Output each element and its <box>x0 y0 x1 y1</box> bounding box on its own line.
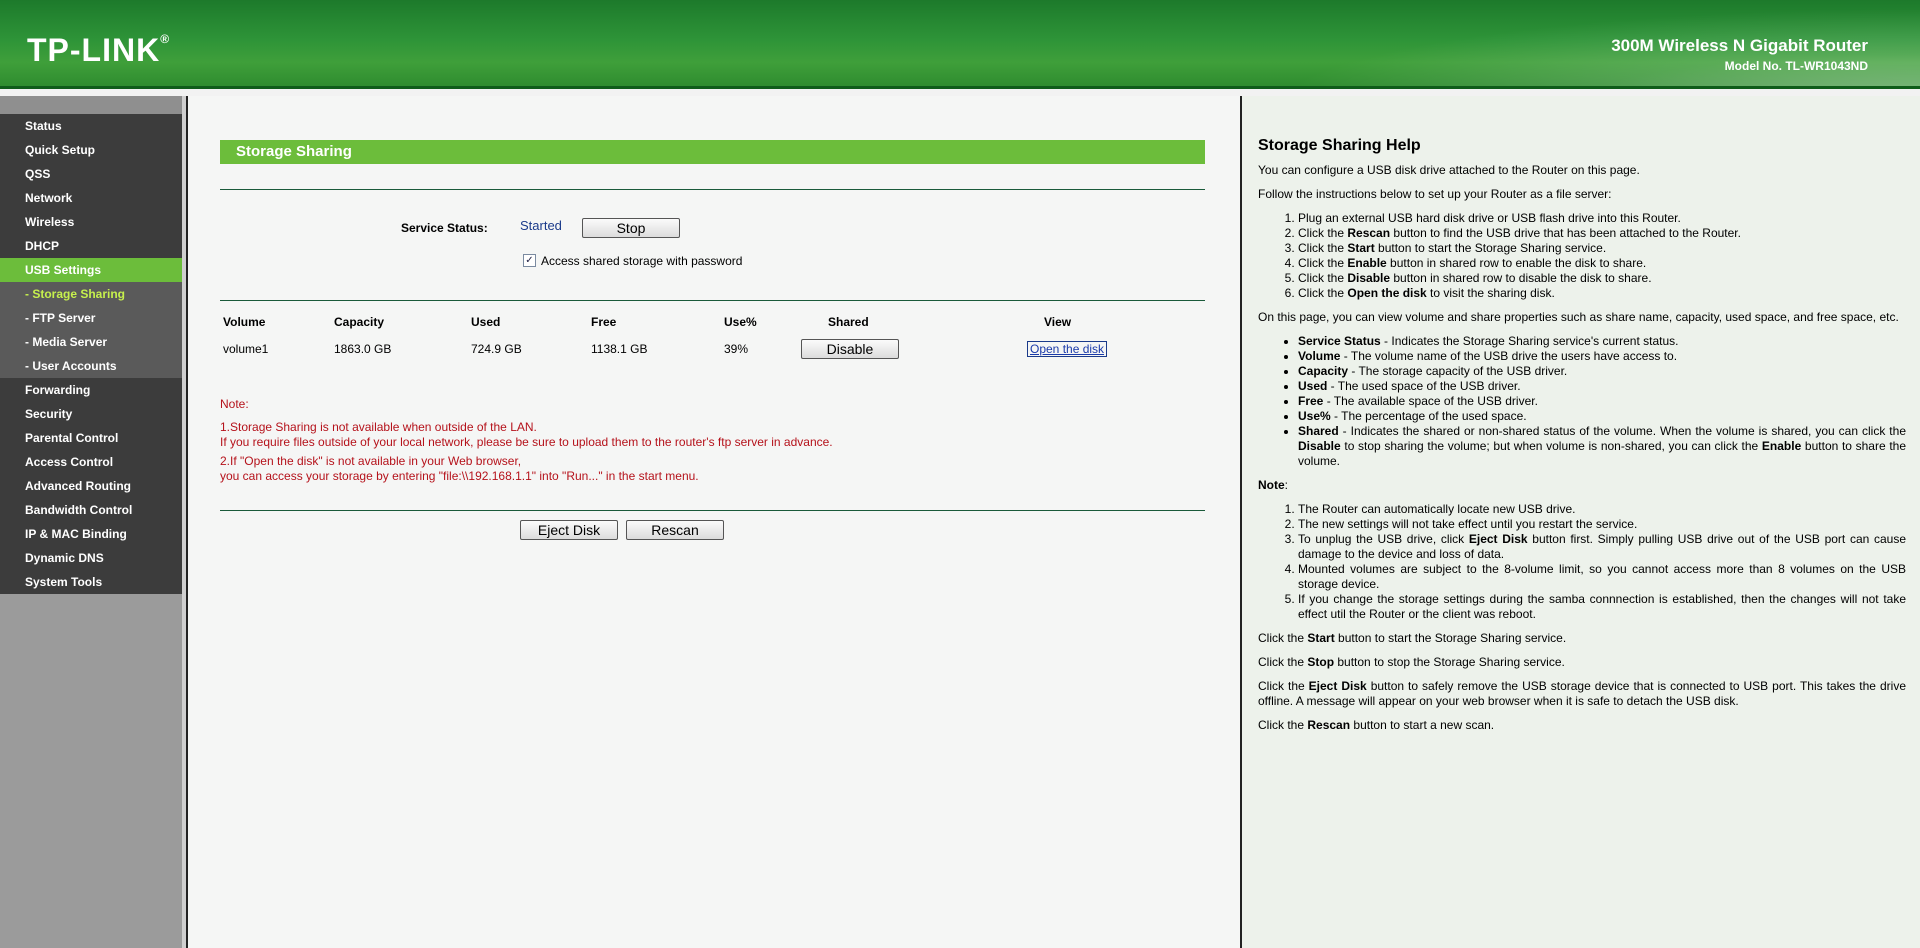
col-header-free: Free <box>591 315 617 329</box>
cell-free: 1138.1 GB <box>591 342 648 356</box>
sidebar-item-system-tools[interactable]: System Tools <box>0 570 182 594</box>
open-disk-link[interactable]: Open the disk <box>1027 341 1108 357</box>
col-header-use-pct: Use% <box>724 315 757 329</box>
rescan-button[interactable]: Rescan <box>626 520 724 540</box>
divider <box>220 189 1205 190</box>
sidebar-item-bandwidth-control[interactable]: Bandwidth Control <box>0 498 182 522</box>
stop-button[interactable]: Stop <box>582 218 680 238</box>
list-item: Volume - The volume name of the USB driv… <box>1298 349 1906 364</box>
note-title: Note: <box>220 397 249 411</box>
model-number: Model No. TL-WR1043ND <box>1724 59 1868 73</box>
help-follow: Follow the instructions below to set up … <box>1258 187 1612 201</box>
service-status-value: Started <box>520 218 562 233</box>
cell-use-pct: 39% <box>724 342 749 356</box>
sidebar-menu: Status Quick Setup QSS Network Wireless … <box>0 96 182 948</box>
list-item: Service Status - Indicates the Storage S… <box>1298 334 1906 349</box>
col-header-capacity: Capacity <box>334 315 385 329</box>
cell-used: 724.9 GB <box>471 342 522 356</box>
product-name: 300M Wireless N Gigabit Router <box>1611 36 1868 55</box>
list-item: Capacity - The storage capacity of the U… <box>1298 364 1906 379</box>
tp-link-logo: TP-LINK® <box>27 32 171 68</box>
help-panel: Storage Sharing Help You can configure a… <box>1242 96 1920 948</box>
col-header-used: Used <box>471 315 501 329</box>
cell-capacity: 1863.0 GB <box>334 342 392 356</box>
sidebar-item-qss[interactable]: QSS <box>0 162 182 186</box>
sidebar-item-access-control[interactable]: Access Control <box>0 450 182 474</box>
sidebar-item-parental-control[interactable]: Parental Control <box>0 426 182 450</box>
list-item: The Router can automatically locate new … <box>1298 502 1906 517</box>
sidebar-item-network[interactable]: Network <box>0 186 182 210</box>
eject-disk-button[interactable]: Eject Disk <box>520 520 618 540</box>
sidebar-item-user-accounts[interactable]: - User Accounts <box>0 354 182 378</box>
sidebar-item-forwarding[interactable]: Forwarding <box>0 378 182 402</box>
list-item: If you change the storage settings durin… <box>1298 592 1906 622</box>
page-title: Storage Sharing <box>220 140 1205 164</box>
list-item: To unplug the USB drive, click Eject Dis… <box>1298 532 1906 562</box>
list-item: Free - The available space of the USB dr… <box>1298 394 1906 409</box>
help-eject-para: Click the Eject Disk button to safely re… <box>1258 679 1906 708</box>
sidebar-item-wireless[interactable]: Wireless <box>0 210 182 234</box>
disable-share-button[interactable]: Disable <box>801 339 899 359</box>
help-steps: Plug an external USB hard disk drive or … <box>1298 211 1906 301</box>
sidebar-item-ip-mac-binding[interactable]: IP & MAC Binding <box>0 522 182 546</box>
list-item: Click the Start button to start the Stor… <box>1298 241 1906 256</box>
list-item: Used - The used space of the USB driver. <box>1298 379 1906 394</box>
header-divider <box>0 86 1920 89</box>
help-bullets: Service Status - Indicates the Storage S… <box>1298 334 1906 469</box>
divider <box>220 510 1205 511</box>
note-1-line-1: 1.Storage Sharing is not available when … <box>220 420 537 434</box>
sidebar-item-ftp-server[interactable]: - FTP Server <box>0 306 182 330</box>
col-header-shared: Shared <box>828 315 869 329</box>
sidebar-item-quick-setup[interactable]: Quick Setup <box>0 138 182 162</box>
col-header-view: View <box>1044 315 1072 329</box>
help-intro: You can configure a USB disk drive attac… <box>1258 163 1640 177</box>
sidebar-item-security[interactable]: Security <box>0 402 182 426</box>
help-notes: The Router can automatically locate new … <box>1298 502 1906 622</box>
list-item: Mounted volumes are subject to the 8-vol… <box>1298 562 1906 592</box>
divider <box>220 300 1205 301</box>
list-item: Click the Rescan button to find the USB … <box>1298 226 1906 241</box>
list-item: Shared - Indicates the shared or non-sha… <box>1298 424 1906 469</box>
note-2-line-2: you can access your storage by entering … <box>220 469 699 483</box>
header-banner: TP-LINK® 300M Wireless N Gigabit Router … <box>0 0 1920 89</box>
list-item: Click the Open the disk to visit the sha… <box>1298 286 1906 301</box>
help-page-desc: On this page, you can view volume and sh… <box>1258 310 1899 324</box>
list-item: Click the Disable button in shared row t… <box>1298 271 1906 286</box>
list-item: Click the Enable button in shared row to… <box>1298 256 1906 271</box>
sidebar-item-usb-settings[interactable]: USB Settings <box>0 258 182 282</box>
sidebar-item-media-server[interactable]: - Media Server <box>0 330 182 354</box>
list-item: Plug an external USB hard disk drive or … <box>1298 211 1906 226</box>
sidebar-item-dynamic-dns[interactable]: Dynamic DNS <box>0 546 182 570</box>
sidebar-item-status[interactable]: Status <box>0 114 182 138</box>
help-start-para: Click the Start button to start the Stor… <box>1258 631 1567 645</box>
cell-volume: volume1 <box>223 342 269 356</box>
help-note-title: Note: <box>1258 478 1289 492</box>
help-stop-para: Click the Stop button to stop the Storag… <box>1258 655 1565 669</box>
service-status-label: Service Status: <box>401 221 488 235</box>
list-item: Use% - The percentage of the used space. <box>1298 409 1906 424</box>
sidebar-item-storage-sharing[interactable]: - Storage Sharing <box>0 282 182 306</box>
password-checkbox[interactable]: ✓ <box>523 254 536 267</box>
main-panel: Storage Sharing Service Status: Started … <box>188 96 1240 948</box>
help-title: Storage Sharing Help <box>1258 137 1421 154</box>
note-2-line-1: 2.If "Open the disk" is not available in… <box>220 454 522 468</box>
note-1-line-2: If you require files outside of your loc… <box>220 435 833 449</box>
password-checkbox-label: Access shared storage with password <box>541 254 743 268</box>
help-rescan-para: Click the Rescan button to start a new s… <box>1258 718 1495 732</box>
list-item: The new settings will not take effect un… <box>1298 517 1906 532</box>
sidebar-item-advanced-routing[interactable]: Advanced Routing <box>0 474 182 498</box>
sidebar-item-dhcp[interactable]: DHCP <box>0 234 182 258</box>
col-header-volume: Volume <box>223 315 266 329</box>
